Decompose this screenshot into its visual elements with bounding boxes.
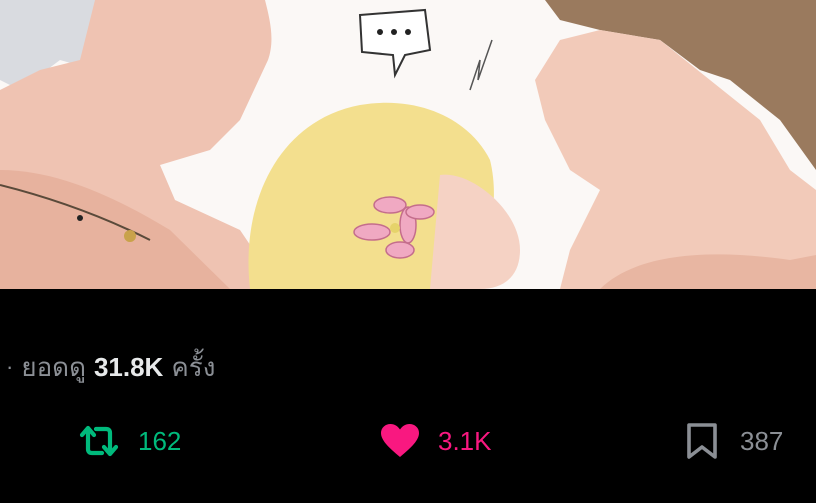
views-label-before: ยอดดู (21, 351, 86, 382)
view-count[interactable]: · ยอดดู 31.8K ครั้ง (6, 348, 215, 386)
retweet-count: 162 (138, 425, 182, 456)
views-label-after: ครั้ง (171, 351, 216, 382)
like-count: 3.1K (438, 425, 492, 456)
views-number: 31.8K (93, 351, 164, 382)
illustration-artwork (0, 0, 816, 289)
action-bar: 162 3.1K 387 (0, 418, 816, 464)
retweet-button[interactable]: 162 (78, 418, 181, 464)
heart-icon (380, 423, 420, 459)
bookmark-button[interactable]: 387 (686, 418, 783, 464)
retweet-icon (78, 423, 120, 459)
bookmark-icon (686, 422, 718, 460)
bookmark-count: 387 (740, 425, 784, 456)
like-button[interactable]: 3.1K (380, 418, 492, 464)
post-image[interactable] (0, 0, 816, 289)
separator-dot: · (6, 354, 14, 379)
